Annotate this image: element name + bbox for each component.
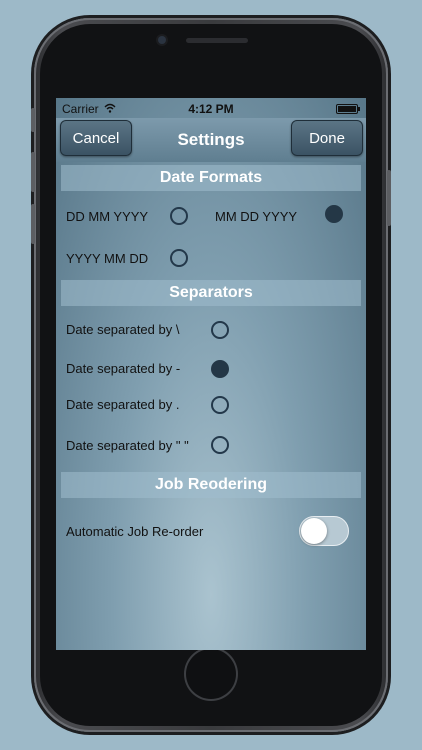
cancel-button[interactable]: Cancel	[60, 120, 132, 156]
date-format-radio-dd-mm-yyyy[interactable]	[170, 207, 188, 225]
navigation-bar: Cancel Settings Done	[56, 118, 366, 162]
done-button[interactable]: Done	[291, 120, 363, 156]
date-format-label-mm-dd-yyyy: MM DD YYYY	[215, 209, 298, 224]
separator-radio-dash[interactable]	[211, 360, 229, 378]
job-reorder-toggle[interactable]	[299, 516, 349, 546]
home-button[interactable]	[186, 649, 236, 699]
date-format-label-yyyy-mm-dd: YYYY MM DD	[66, 251, 149, 266]
status-time: 4:12 PM	[188, 102, 234, 116]
volume-up-button	[31, 152, 35, 192]
status-bar: Carrier 4:12 PM	[56, 98, 366, 118]
separator-label-space: Date separated by " "	[66, 438, 189, 453]
separator-label-dash: Date separated by -	[66, 361, 181, 376]
screen: Carrier 4:12 PM Cancel Settings Done Dat…	[56, 98, 366, 650]
section-header-separators: Separators	[61, 280, 361, 306]
front-camera	[158, 36, 166, 44]
earpiece-speaker	[186, 38, 248, 43]
separator-radio-dot[interactable]	[211, 396, 229, 414]
separator-radio-space[interactable]	[211, 436, 229, 454]
toggle-knob	[301, 518, 327, 544]
date-format-radio-yyyy-mm-dd[interactable]	[170, 249, 188, 267]
mute-switch	[31, 108, 35, 132]
date-format-radio-mm-dd-yyyy[interactable]	[325, 205, 343, 223]
battery-icon	[336, 104, 360, 114]
section-header-job-reordering: Job Reodering	[61, 472, 361, 498]
power-button	[387, 170, 391, 226]
section-header-date-formats: Date Formats	[61, 165, 361, 191]
volume-down-button	[31, 204, 35, 244]
separator-radio-backslash[interactable]	[211, 321, 229, 339]
job-reorder-label: Automatic Job Re-order	[66, 524, 204, 539]
separator-label-dot: Date separated by .	[66, 397, 180, 412]
separator-label-backslash: Date separated by \	[66, 322, 180, 337]
date-format-label-dd-mm-yyyy: DD MM YYYY	[66, 209, 149, 224]
